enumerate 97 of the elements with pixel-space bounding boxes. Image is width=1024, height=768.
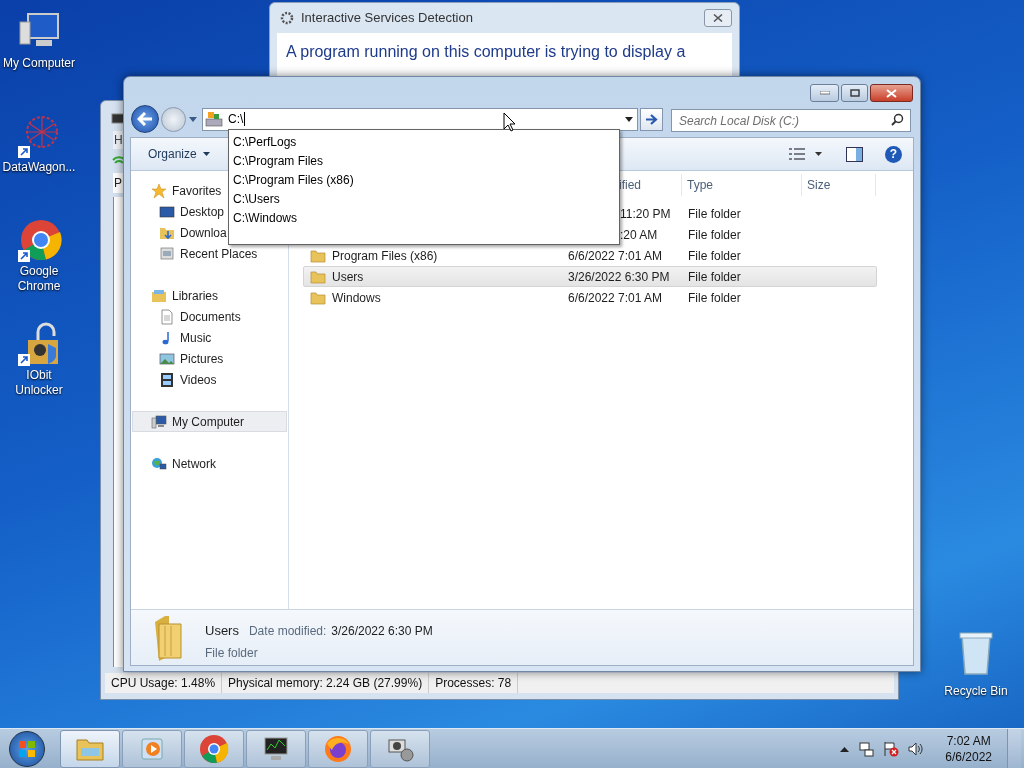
list-view-icon <box>789 148 805 160</box>
desktop-icon <box>159 203 175 220</box>
file-name: Users <box>332 268 364 286</box>
file-row[interactable]: Program Files (x86) 6/6/2022 7:01 AM File folder <box>303 245 877 266</box>
close-icon <box>713 14 723 22</box>
date-value: 3/26/2022 6:30 PM <box>331 623 433 640</box>
date-cell-text: 11:20 PM <box>619 205 672 223</box>
desktop-icon-label[interactable]: My Computer <box>1 56 77 71</box>
go-button[interactable] <box>640 107 663 131</box>
nav-item[interactable]: Pictures <box>131 348 288 369</box>
tab-fragment[interactable]: P <box>113 173 123 193</box>
nav-item[interactable]: Recent Places <box>131 243 288 264</box>
drive-icon <box>205 111 223 127</box>
close-button[interactable] <box>704 9 732 27</box>
network-icon[interactable] <box>858 740 875 757</box>
help-button[interactable]: ? <box>885 145 902 163</box>
nav-item[interactable]: Libraries <box>132 285 287 306</box>
chrome-icon <box>16 218 62 264</box>
file-row[interactable]: Windows 6/6/2022 7:01 AM File folder <box>303 287 877 308</box>
desktop-icon-label[interactable]: Recycle Bin <box>944 682 1008 700</box>
view-options-button[interactable] <box>789 148 822 160</box>
date-cell-text: 6/6/2022 7:01 AM <box>567 247 664 265</box>
maximize-button[interactable] <box>841 84 868 102</box>
desktop-icon-label[interactable]: Google Chrome <box>1 264 77 294</box>
computer-icon <box>151 413 167 430</box>
nav-item[interactable]: My Computer <box>132 411 287 432</box>
nav-item[interactable]: Network <box>132 453 287 474</box>
window-title: Interactive Services Detection <box>301 9 473 28</box>
search-field[interactable]: Search Local Disk (C:) <box>671 109 911 132</box>
folder-icon <box>310 247 326 264</box>
maximize-icon <box>849 89 860 97</box>
nav-item[interactable]: Videos <box>131 369 288 390</box>
suggestion-item[interactable]: C:\Windows <box>229 209 619 228</box>
firefox-icon <box>323 733 353 764</box>
show-hidden-icons-icon[interactable] <box>840 745 850 752</box>
caret-icon <box>815 152 822 156</box>
dropdown-caret-icon[interactable] <box>625 116 633 122</box>
back-arrow-icon <box>137 112 153 126</box>
suggestion-item[interactable]: C:\Program Files <box>229 152 619 171</box>
organize-button[interactable]: Organize <box>142 142 216 166</box>
nav-item[interactable]: Music <box>131 327 288 348</box>
recent-places-icon <box>159 245 175 262</box>
chrome-icon <box>199 733 229 764</box>
file-row[interactable]: Users 3/26/2022 6:30 PM File folder <box>303 266 877 287</box>
nav-item[interactable]: Documents <box>131 306 288 327</box>
address-bar[interactable]: C:\ <box>202 107 638 131</box>
desktop-icon-label[interactable]: IObit Unlocker <box>1 368 77 398</box>
library-icon <box>151 287 167 304</box>
file-type: File folder <box>205 644 259 662</box>
column-header[interactable]: Size <box>802 174 876 196</box>
close-button[interactable] <box>870 84 913 102</box>
type-cell-text: File folder <box>687 247 742 265</box>
speaker-icon[interactable] <box>908 740 925 757</box>
preview-pane-icon <box>846 146 863 162</box>
folder-icon <box>310 268 326 285</box>
picture-icon <box>159 350 175 367</box>
date-cell-text: 3/26/2022 6:30 PM <box>567 268 671 286</box>
folder-icon <box>310 289 326 306</box>
menu-fragment[interactable]: H <box>113 131 123 149</box>
search-icon <box>891 112 904 126</box>
back-button[interactable] <box>131 105 159 133</box>
close-icon <box>886 88 897 98</box>
type-cell-text: File folder <box>687 226 742 244</box>
date-cell-text: 6/6/2022 7:01 AM <box>567 289 664 307</box>
date-cell-text: :20 AM <box>619 226 659 244</box>
preview-pane-button[interactable] <box>846 146 863 162</box>
document-icon <box>159 308 175 325</box>
file-name: Users <box>205 622 239 640</box>
show-desktop-button[interactable] <box>1007 728 1021 768</box>
message-text: A program running on this computer is trying to display a <box>286 42 687 62</box>
suggestion-item[interactable]: C:\PerfLogs <box>229 133 619 152</box>
status-text: Physical memory: 2.24 GB (27.99%) <box>222 673 430 693</box>
flag-warning-icon[interactable] <box>883 740 900 757</box>
recycle-bin-icon <box>956 630 996 676</box>
minimize-icon <box>819 91 830 95</box>
date-label: Date modified: <box>248 623 327 640</box>
network-globe-icon <box>151 455 167 472</box>
clock[interactable]: 7:02 AM 6/6/2022 <box>941 732 996 765</box>
taskbar-button[interactable] <box>246 729 306 768</box>
file-name: Program Files (x86) <box>332 247 438 265</box>
caret-icon <box>202 152 210 156</box>
type-cell-text: File folder <box>687 268 742 286</box>
address-text: C:\ <box>228 112 246 126</box>
file-name: Windows <box>332 289 381 307</box>
start-button[interactable] <box>9 730 45 767</box>
star-icon <box>151 182 167 199</box>
type-cell-text: File folder <box>687 289 742 307</box>
right-arrow-icon <box>645 113 658 125</box>
minimize-button[interactable] <box>810 84 839 102</box>
desktop-icon-label[interactable]: DataWagon... <box>1 160 77 175</box>
type-cell-text: File folder <box>687 205 742 223</box>
film-icon <box>159 371 175 388</box>
status-text: Processes: 78 <box>429 673 519 693</box>
windows-logo-icon <box>18 739 36 758</box>
column-header[interactable]: Type <box>682 174 802 196</box>
caret-icon[interactable] <box>188 115 198 123</box>
status-text: CPU Usage: 1.48% <box>105 673 223 693</box>
